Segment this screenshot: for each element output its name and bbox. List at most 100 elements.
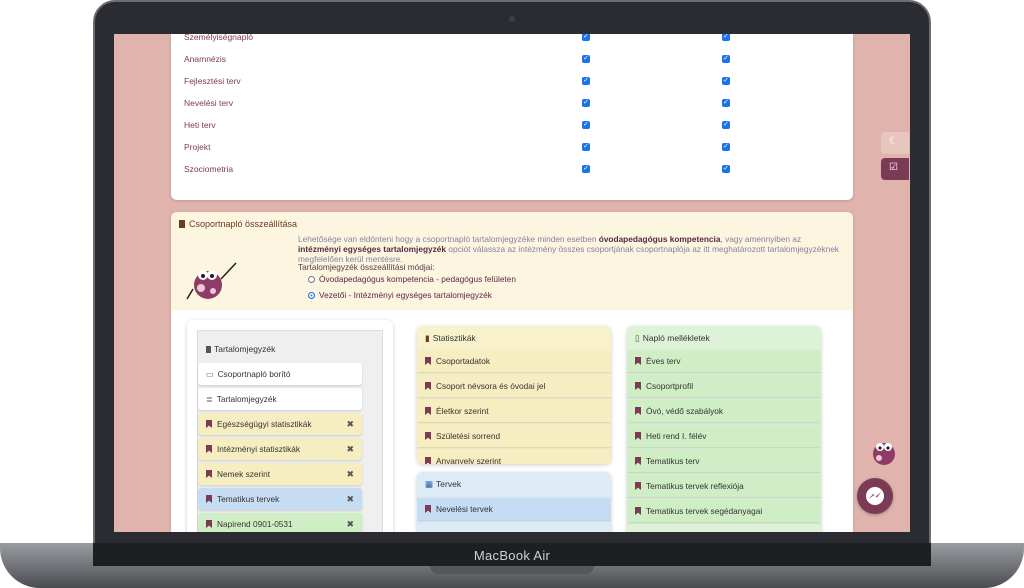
attachments-item[interactable]: Csoportprofil xyxy=(627,375,821,397)
checkbox[interactable]: ✓ xyxy=(722,34,730,41)
remove-icon[interactable]: ✖ xyxy=(346,438,354,460)
remove-icon[interactable]: ✖ xyxy=(346,413,354,435)
remove-icon[interactable]: ✖ xyxy=(346,463,354,485)
attachments-item[interactable]: Heti rend I. félév xyxy=(627,425,821,447)
attachments-item[interactable]: Tematikus tervek segédanyagai xyxy=(627,500,821,522)
assembly-header: Csoportnapló összeállítása Lehetősége va… xyxy=(171,212,853,310)
radio-option-teacher[interactable]: Óvodapedagógus kompetencia - pedagógus f… xyxy=(308,274,516,284)
bookmark-icon xyxy=(206,495,212,503)
stats-title-text: Statisztikák xyxy=(432,333,476,343)
image-icon: ▭ xyxy=(206,370,214,379)
toc-item-label: Intézményi statisztikák xyxy=(217,444,300,454)
moon-icon: ☾ xyxy=(889,136,898,147)
toc-item[interactable]: ▭ Csoportnapló borító xyxy=(198,363,362,385)
radio-icon[interactable] xyxy=(308,276,315,283)
grid-icon: ▦ xyxy=(425,479,434,489)
plans-title-text: Tervek xyxy=(436,479,462,489)
checkbox[interactable]: ✓ xyxy=(582,34,590,41)
checkbox[interactable]: ✓ xyxy=(722,165,730,173)
checkbox[interactable]: ✓ xyxy=(582,77,590,85)
radio-icon[interactable] xyxy=(308,292,315,299)
checkbox[interactable]: ✓ xyxy=(722,55,730,63)
laptop-notch xyxy=(430,566,594,574)
intro-text: Lehetősége van eldönteni hogy a csoportn… xyxy=(298,234,599,244)
attachments-item[interactable]: Éves terv xyxy=(627,350,821,372)
bookmark-icon xyxy=(635,357,641,365)
checkbox[interactable]: ✓ xyxy=(582,99,590,107)
attachments-item-label: Tematikus tervek segédanyagai xyxy=(646,506,763,516)
perm-row-label: Anamnézis xyxy=(184,54,227,64)
bookmark-icon xyxy=(206,445,212,453)
mode-title: Tartalomjegyzék összeállítási módjai: xyxy=(298,262,435,272)
bookmark-icon xyxy=(425,382,431,390)
toc-item[interactable]: Tematikus tervek ✖ xyxy=(198,488,362,510)
perm-row-label: Személyiségnapló xyxy=(184,34,253,42)
bookmark-icon xyxy=(635,507,641,515)
toc-title: Tartalomjegyzék xyxy=(206,344,275,354)
perm-row-label: Fejlesztési terv xyxy=(184,76,241,86)
mascot-icon xyxy=(186,262,237,300)
remove-icon[interactable]: ✖ xyxy=(346,513,354,532)
toc-item-label: Nemek szerint xyxy=(217,469,271,479)
stats-item[interactable]: Csoport névsora és óvodai jel xyxy=(417,375,611,397)
attachments-item[interactable]: Óvó, védő szabályok xyxy=(627,400,821,422)
toc-item-label: Egészségügyi statisztikák xyxy=(217,419,312,429)
attachments-item-label: Éves terv xyxy=(646,356,681,366)
attachments-item[interactable]: Tematikus tervek reflexiója xyxy=(627,475,821,497)
checkbox[interactable]: ✓ xyxy=(722,99,730,107)
bookmark-icon xyxy=(206,520,212,528)
assembly-intro: Lehetősége van eldönteni hogy a csoportn… xyxy=(298,234,843,264)
mascot-icon[interactable] xyxy=(866,432,902,468)
attachments-item-label: Tematikus tervek reflexiója xyxy=(646,481,744,491)
toc-item[interactable]: Napirend 0901-0531 ✖ xyxy=(198,513,362,532)
stats-item[interactable]: Születési sorrend xyxy=(417,425,611,447)
dark-mode-toggle[interactable]: ☾ xyxy=(881,132,909,154)
toc-item[interactable]: ≣ Tartalomjegyzék xyxy=(198,388,362,410)
messenger-button[interactable] xyxy=(857,478,893,514)
book-icon xyxy=(206,346,211,353)
toc-column: Tartalomjegyzék ▭ Csoportnapló borító ≣ Ta… xyxy=(187,320,393,532)
stats-item-label: Csoport névsora és óvodai jel xyxy=(436,381,546,391)
book-icon xyxy=(179,220,185,228)
perm-row-label: Nevelési terv xyxy=(184,98,234,108)
perm-row-label: Szociometria xyxy=(184,164,234,174)
permissions-panel: Személyiségnapló ✓ ✓ Anamnézis ✓ ✓ Fejle… xyxy=(171,34,853,200)
stats-item-label: Életkor szerint xyxy=(436,406,489,416)
attachments-item[interactable]: Tematikus terv xyxy=(627,450,821,472)
checkbox[interactable]: ✓ xyxy=(582,55,590,63)
bookmark-icon xyxy=(635,482,641,490)
attachments-item-label: Óvó, védő szabályok xyxy=(646,406,724,416)
plans-item[interactable]: Nevelési tervek xyxy=(417,498,611,520)
stats-item[interactable]: Csoportadatok xyxy=(417,350,611,372)
checkbox[interactable]: ✓ xyxy=(722,143,730,151)
toc-item-label: Tartalomjegyzék xyxy=(216,394,277,404)
checkbox[interactable]: ✓ xyxy=(582,121,590,129)
toc-list: Tartalomjegyzék ▭ Csoportnapló borító ≣ Ta… xyxy=(197,330,383,532)
stats-item[interactable]: Életkor szerint xyxy=(417,400,611,422)
bar-chart-icon: ▮ xyxy=(425,333,430,343)
toc-item[interactable]: Intézményi statisztikák ✖ xyxy=(198,438,362,460)
assembly-title-text: Csoportnapló összeállítása xyxy=(189,219,298,229)
bookmark-icon xyxy=(635,382,641,390)
file-icon: ▯ xyxy=(635,333,640,343)
checkbox[interactable]: ✓ xyxy=(722,121,730,129)
perm-row-label: Projekt xyxy=(184,142,211,152)
messenger-icon xyxy=(866,487,884,505)
assembly-panel: Csoportnapló összeállítása Lehetősége va… xyxy=(171,212,853,532)
bookmark-icon xyxy=(425,357,431,365)
checkbox[interactable]: ✓ xyxy=(722,77,730,85)
radio-option-leader[interactable]: Vezetői - Intézményi egységes tartalomje… xyxy=(308,290,492,300)
remove-icon[interactable]: ✖ xyxy=(346,488,354,510)
bookmark-icon xyxy=(425,432,431,440)
bookmark-icon xyxy=(206,470,212,478)
stats-item[interactable]: Anyanyelv szerint xyxy=(417,450,611,464)
checklist-toggle[interactable]: ☑ xyxy=(881,158,909,180)
plans-title: ▦ Tervek xyxy=(425,479,461,490)
attachments-item-label: Tematikus terv xyxy=(646,456,700,466)
checkbox[interactable]: ✓ xyxy=(582,165,590,173)
toc-item[interactable]: Nemek szerint ✖ xyxy=(198,463,362,485)
toc-item-label: Csoportnapló borító xyxy=(217,369,291,379)
checkbox[interactable]: ✓ xyxy=(582,143,590,151)
radio-label: Vezetői - Intézményi egységes tartalomje… xyxy=(319,290,492,300)
toc-item[interactable]: Egészségügyi statisztikák ✖ xyxy=(198,413,362,435)
